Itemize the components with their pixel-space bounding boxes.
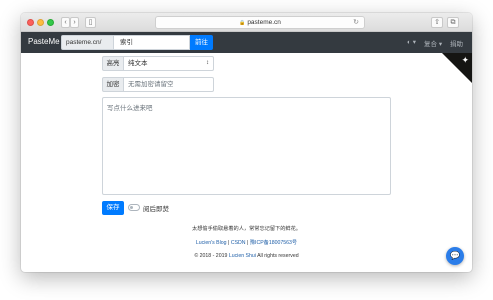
github-octocat-icon: ✦ [461, 55, 469, 65]
browser-window: ‹ › ▯ 🔒 pasteme.cn ↻ ⇧ ⧉ PasteMe pasteme.… [21, 13, 472, 272]
burn-after-read-toggle[interactable] [128, 204, 140, 211]
globe-icon: ◐ [407, 39, 411, 46]
browser-toolbar: ‹ › ▯ 🔒 pasteme.cn ↻ ⇧ ⧉ [21, 13, 472, 32]
footer-copyright: © 2018 - 2019 Lucien Shui All rights res… [21, 253, 472, 259]
go-button[interactable]: 前往 [190, 35, 213, 50]
tabs-overview-button[interactable]: ⧉ [447, 17, 459, 28]
language-dropdown[interactable]: ◐ ▾ [407, 38, 416, 46]
donate-link[interactable]: 捐助 [450, 38, 463, 48]
footer-separator: | [247, 240, 249, 246]
highlight-select[interactable]: 纯文本 ↕ [124, 56, 214, 71]
footer-links: Lucien's Blog | CSDN | 豫ICP备18007563号 [21, 239, 472, 246]
reload-icon[interactable]: ↻ [353, 17, 359, 28]
minimize-window-button[interactable] [37, 19, 44, 26]
address-bar[interactable]: 🔒 pasteme.cn ↻ [155, 16, 365, 29]
content-textarea[interactable]: 写点什么进来吧 [102, 97, 391, 195]
copyright-prefix: © 2018 - 2019 [194, 253, 228, 259]
close-window-button[interactable] [27, 19, 34, 26]
forward-button[interactable]: › [70, 17, 79, 28]
highlight-label: 高亮 [102, 56, 124, 71]
back-button[interactable]: ‹ [61, 17, 70, 28]
save-button[interactable]: 保存 [102, 201, 124, 215]
burn-after-read-label: 阅后即焚 [143, 206, 169, 213]
chevron-down-icon: ▾ [412, 39, 417, 46]
sidebar-button[interactable]: ▯ [85, 17, 96, 28]
password-label: 加密 [102, 77, 124, 92]
share-button[interactable]: ⇧ [431, 17, 443, 28]
zoom-window-button[interactable] [47, 19, 54, 26]
highlight-value: 纯文本 [128, 60, 148, 67]
chevron-down-icon: ▾ [438, 41, 443, 48]
author-link[interactable]: Lucien Shui [229, 253, 256, 259]
copyright-suffix: All rights reserved [257, 253, 299, 259]
brand-logo-text[interactable]: PasteMe [28, 37, 60, 46]
app-navbar: PasteMe pasteme.cn/ 索引 前往 ◐ ▾ 复合 ▾ 捐助 [21, 32, 472, 53]
csdn-link[interactable]: CSDN [231, 240, 246, 246]
lock-icon: 🔒 [239, 20, 246, 26]
blog-link[interactable]: Lucien's Blog [196, 240, 227, 246]
address-text: pasteme.cn [247, 19, 281, 26]
paste-menu-dropdown[interactable]: 复合 ▾ [424, 38, 442, 48]
paste-key-input[interactable]: 索引 [114, 35, 190, 50]
footer-separator: | [228, 240, 230, 246]
select-caret-icon: ↕ [206, 60, 209, 66]
icp-link[interactable]: 豫ICP备18007563号 [250, 240, 297, 246]
paste-menu-label: 复合 [424, 41, 437, 48]
toggle-knob [130, 206, 133, 209]
chat-bubble-icon[interactable]: 💬 [446, 247, 464, 265]
footer-slogan: 太想偷手偷取悬着的人，常常忘记留下的鲜花。 [192, 226, 301, 232]
url-prefix-label: pasteme.cn/ [61, 35, 114, 50]
password-input[interactable]: 无需加密请留空 [124, 77, 214, 92]
